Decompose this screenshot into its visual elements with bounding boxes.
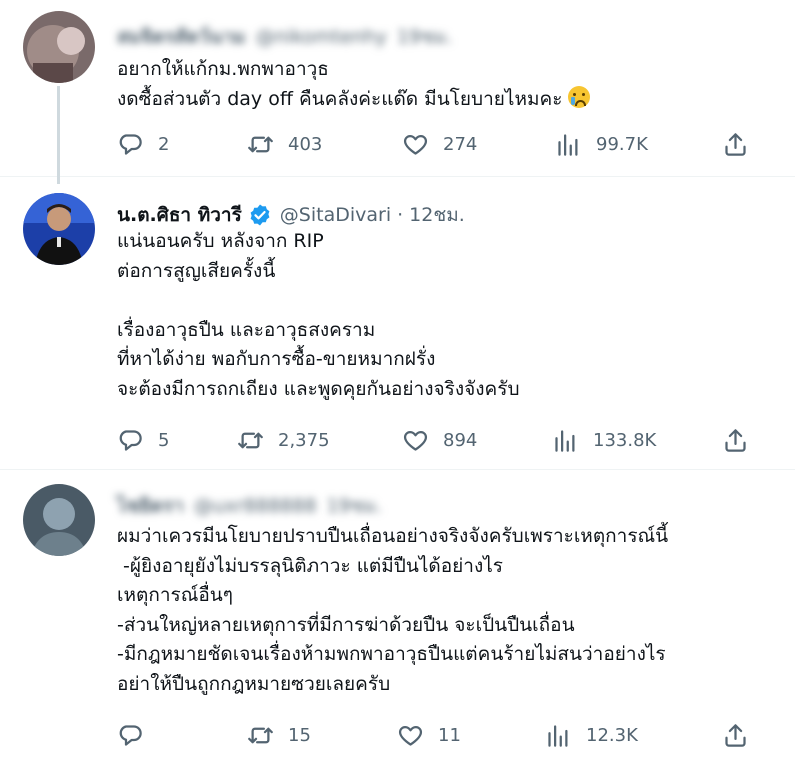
retweet-icon — [247, 131, 274, 158]
author-name[interactable]: ไชยิดรา — [117, 491, 184, 521]
tweet-header: น.ต.ศิธา ทิวารี @SitaDivari · 12ชม. — [117, 200, 465, 230]
heart-icon — [402, 131, 429, 158]
tweet-3[interactable]: ไชยิดรา @uxr888888 19ชม. ผมว่าเควรมีนโยบ… — [0, 470, 795, 764]
crying-face-emoji — [568, 85, 591, 108]
tweet-line: ผมว่าเควรมีนโยบายปราบปืนเถื่อนอย่างจริงจ… — [117, 525, 669, 547]
tweet-line: เหตุการณ์อื่นๆ — [117, 584, 233, 606]
retweet-count: 2,375 — [278, 429, 330, 451]
avatar[interactable] — [23, 193, 95, 265]
author-name[interactable]: สมจิตรสัตว์นาม — [117, 22, 246, 52]
share-button[interactable] — [722, 126, 749, 162]
share-icon — [722, 427, 749, 454]
tweet-line: อยากให้แก้กม.พกพาอาวุธ — [117, 58, 329, 80]
views-icon — [555, 131, 582, 158]
tweet-line: เรื่องอาวุธปืน และอาวุธสงคราม — [117, 318, 376, 341]
tweet-text: ผมว่าเควรมีนโยบายปราบปืนเถื่อนอย่างจริงจ… — [117, 522, 668, 699]
views-button[interactable]: 99.7K — [555, 126, 648, 162]
views-icon — [552, 427, 579, 454]
tweet-line: -มีกฎหมายชัดเจนเรื่องห้ามพกพาอาวุธปืนแต่… — [117, 643, 666, 665]
share-button[interactable] — [722, 422, 749, 458]
tweet-1[interactable]: สมจิตรสัตว์นาม @nikomtenhy 19ชม. อยากให้… — [0, 0, 795, 170]
like-button[interactable]: 274 — [402, 126, 477, 162]
retweet-button[interactable]: 403 — [247, 126, 322, 162]
reply-icon — [117, 427, 144, 454]
tweet-text: อยากให้แก้กม.พกพาอาวุธ งดซื้อส่วนตัว day… — [117, 55, 591, 114]
tweet-line: -ส่วนใหญ่หลายเหตุการที่มีการฆ่าด้วยปืน จ… — [117, 613, 575, 636]
reply-count: 5 — [158, 429, 170, 451]
timestamp[interactable]: 19ชม. — [326, 491, 382, 521]
retweet-icon — [237, 427, 264, 454]
like-count: 894 — [443, 429, 478, 451]
tweet-header: สมจิตรสัตว์นาม @nikomtenhy 19ชม. — [117, 22, 452, 52]
tweet-line: จะต้องมีการถกเถียง และพูดคุยกันอย่างจริง… — [117, 377, 520, 400]
views-button[interactable]: 12.3K — [545, 717, 638, 753]
reply-button[interactable]: 2 — [117, 126, 169, 162]
separator: · — [397, 204, 404, 226]
tweet-2[interactable]: น.ต.ศิธา ทิวารี @SitaDivari · 12ชม. แน่น… — [0, 170, 795, 469]
views-icon — [545, 722, 572, 749]
reply-count: 2 — [158, 133, 170, 155]
like-button[interactable]: 11 — [397, 717, 461, 753]
tweet-line: อย่าให้ปืนถูกกฎหมายซวยเลยครับ — [117, 672, 391, 695]
retweet-icon — [247, 722, 274, 749]
share-icon — [722, 131, 749, 158]
action-bar: 5 2,375 894 133.8K — [117, 422, 757, 458]
author-handle[interactable]: @uxr888888 — [194, 495, 317, 517]
avatar[interactable] — [23, 484, 95, 556]
like-count: 274 — [443, 133, 478, 155]
views-count: 12.3K — [586, 724, 638, 746]
tweet-line: -ผู้ยิงอายุยังไม่บรรลุนิติภาวะ แต่มีปืนไ… — [117, 554, 503, 577]
views-count: 99.7K — [596, 133, 648, 155]
tweet-line: งดซื้อส่วนตัว day off คืนคลังค่ะแด๊ด มีน… — [117, 87, 563, 110]
views-button[interactable]: 133.8K — [552, 422, 656, 458]
reply-icon — [117, 131, 144, 158]
thread-line — [57, 170, 60, 184]
share-button[interactable] — [722, 717, 749, 753]
tweet-text: แน่นอนครับ หลังจาก RIP ต่อการสูญเสียครั้… — [117, 227, 520, 404]
verified-badge-icon — [250, 204, 270, 226]
tweet-line: ที่หาได้ง่าย พอกับการซื้อ-ขายหมากฝรั่ง — [117, 348, 436, 370]
heart-icon — [397, 722, 424, 749]
author-name[interactable]: น.ต.ศิธา ทิวารี — [117, 200, 242, 230]
retweet-button[interactable]: 2,375 — [237, 422, 330, 458]
tweet-header: ไชยิดรา @uxr888888 19ชม. — [117, 491, 382, 521]
share-icon — [722, 722, 749, 749]
action-bar: 2 403 274 99.7K — [117, 126, 757, 162]
retweet-count: 15 — [288, 724, 311, 746]
thread-line — [57, 86, 60, 170]
tweet-line: ต่อการสูญเสียครั้งนี้ — [117, 259, 276, 282]
reply-icon — [117, 722, 144, 749]
retweet-button[interactable]: 15 — [247, 717, 311, 753]
reply-button[interactable] — [117, 717, 158, 753]
avatar[interactable] — [23, 11, 95, 83]
action-bar: 15 11 12.3K — [117, 717, 757, 753]
timestamp[interactable]: 12ชม. — [409, 200, 465, 230]
retweet-count: 403 — [288, 133, 323, 155]
like-button[interactable]: 894 — [402, 422, 477, 458]
like-count: 11 — [438, 724, 461, 746]
timestamp[interactable]: 19ชม. — [397, 22, 453, 52]
views-count: 133.8K — [593, 429, 657, 451]
tweet-line: แน่นอนครับ หลังจาก RIP — [117, 230, 324, 252]
reply-button[interactable]: 5 — [117, 422, 169, 458]
author-handle[interactable]: @nikomtenhy — [256, 26, 387, 48]
heart-icon — [402, 427, 429, 454]
author-handle[interactable]: @SitaDivari — [280, 204, 391, 226]
